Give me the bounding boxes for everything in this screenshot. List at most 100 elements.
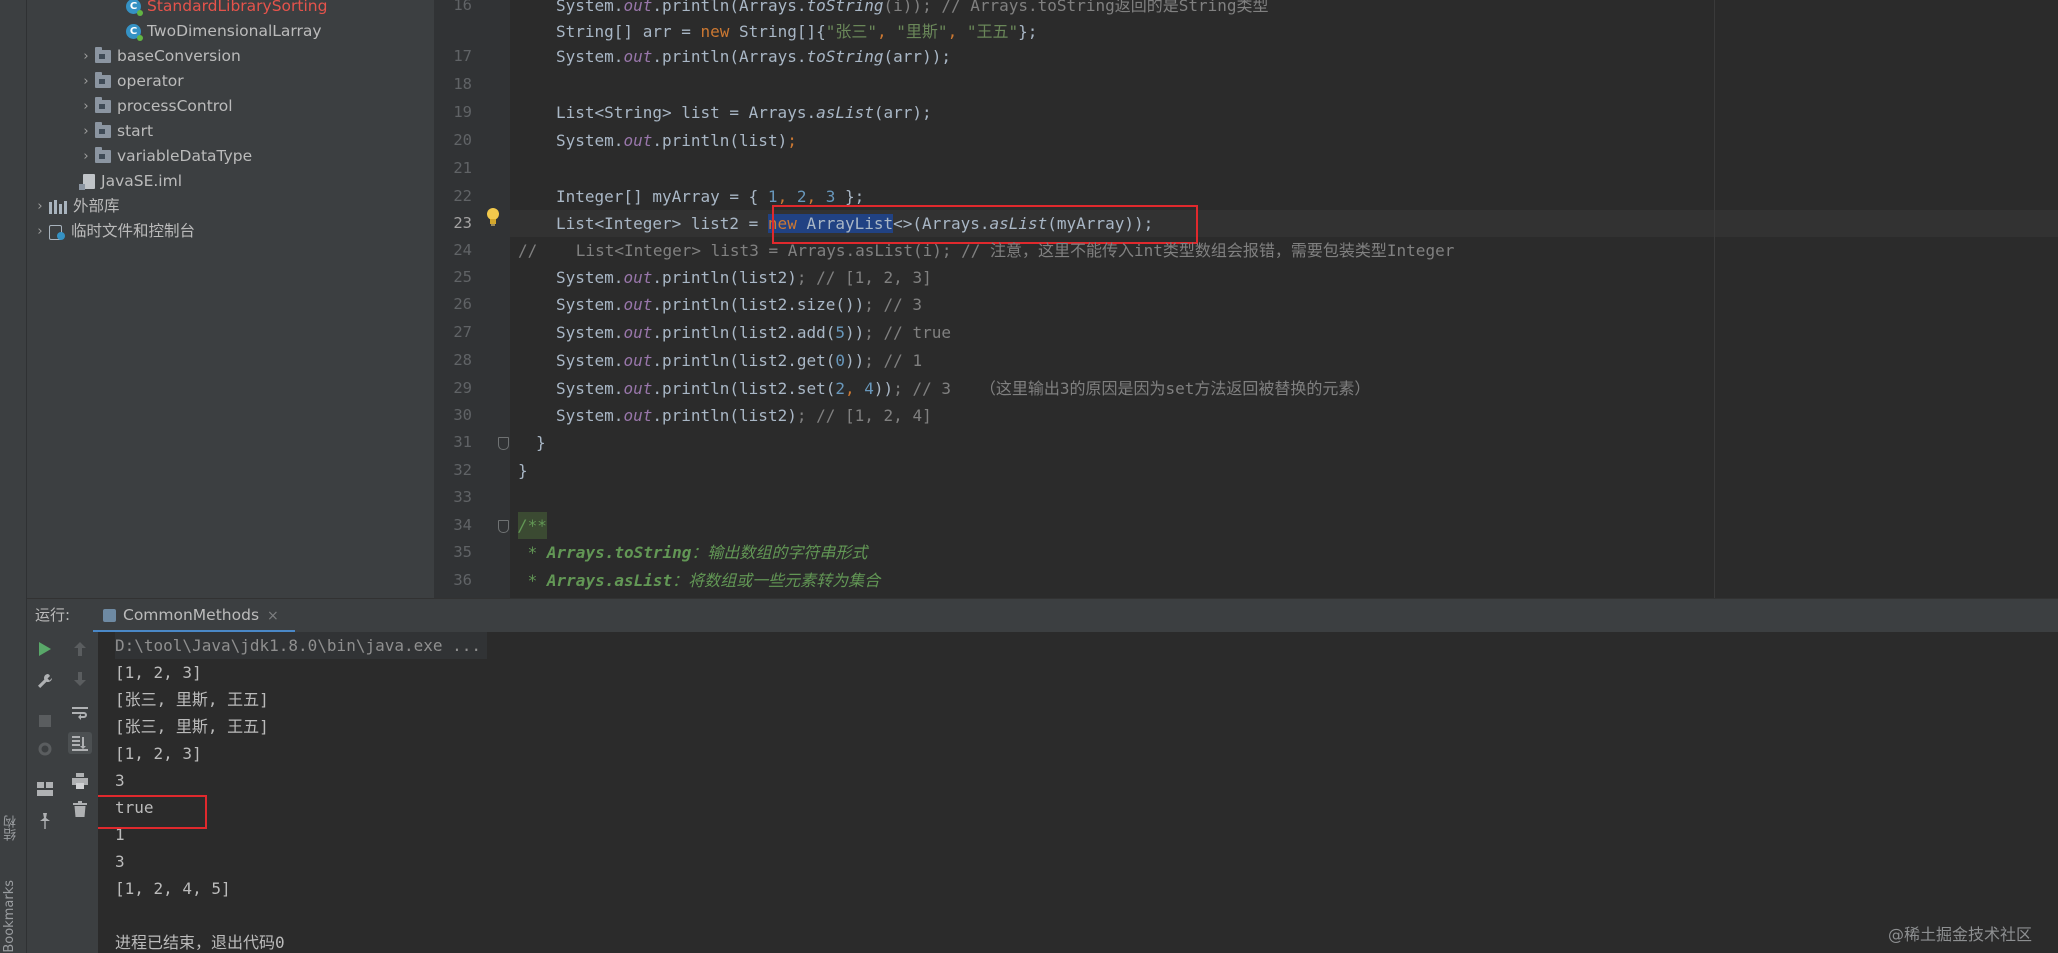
structure-tab[interactable]: 结构: [2, 815, 21, 841]
stop-icon[interactable]: [33, 710, 57, 732]
pin-icon[interactable]: [33, 810, 57, 832]
fold-end-icon[interactable]: [498, 437, 509, 450]
code-line-20: System.out.println(list);: [556, 131, 797, 150]
package-folder-icon: [95, 72, 111, 88]
tree-item-standardlibrarysorting[interactable]: C StandardLibrarySorting: [126, 0, 327, 19]
editor-gutter[interactable]: 16 17 18 19 20 21 22 23 24 25 26 27 28 2…: [434, 0, 510, 598]
line-number: 24: [453, 241, 472, 259]
chevron-right-icon[interactable]: ›: [77, 69, 95, 94]
tree-item-external-libraries[interactable]: › 外部库: [31, 194, 119, 219]
line-number: 29: [453, 379, 472, 397]
code-line-19: List<String> list = Arrays.asList(arr);: [556, 103, 932, 122]
chevron-right-icon[interactable]: ›: [77, 144, 95, 169]
fold-start-icon[interactable]: [498, 520, 509, 533]
code-editor[interactable]: 16 17 18 19 20 21 22 23 24 25 26 27 28 2…: [434, 0, 2058, 598]
trash-icon[interactable]: [68, 798, 92, 820]
run-tab-commonmethods[interactable]: CommonMethods ×: [93, 599, 295, 633]
chevron-right-icon[interactable]: ›: [31, 194, 49, 219]
run-toolbar-primary: [27, 632, 62, 953]
console-line: 3: [115, 852, 125, 871]
line-number: 28: [453, 351, 472, 369]
line-number: 18: [453, 75, 472, 93]
scratches-icon: [49, 224, 65, 240]
line-number: 19: [453, 103, 472, 121]
chevron-right-icon[interactable]: ›: [77, 44, 95, 69]
console-line: [1, 2, 3]: [115, 744, 202, 763]
print-icon[interactable]: [68, 770, 92, 792]
run-config-icon: [103, 609, 116, 622]
chevron-right-icon[interactable]: ›: [77, 94, 95, 119]
line-number: 36: [453, 571, 472, 589]
package-folder-icon: [95, 97, 111, 113]
line-number: 20: [453, 131, 472, 149]
console-line: [1, 2, 4, 5]: [115, 879, 231, 898]
line-number: 34: [453, 516, 472, 534]
tree-item-operator[interactable]: › operator: [77, 69, 184, 94]
code-line-34: /**: [518, 512, 547, 539]
line-number: 22: [453, 187, 472, 205]
arrow-down-icon[interactable]: [68, 668, 92, 690]
watermark: @稀土掘金技术社区: [1887, 925, 2032, 944]
code-line-15: System.out.println(Arrays.toString(i)); …: [556, 0, 1269, 15]
line-number-current: 23: [453, 214, 472, 232]
scroll-to-end-icon[interactable]: [68, 732, 92, 754]
chevron-right-icon[interactable]: ›: [77, 119, 95, 144]
package-folder-icon: [95, 47, 111, 63]
line-number: 25: [453, 268, 472, 286]
line-number: 35: [453, 543, 472, 561]
run-panel-label: 运行:: [35, 606, 71, 624]
line-number: 31: [453, 433, 472, 451]
project-tree-panel: C StandardLibrarySorting C TwoDimensiona…: [27, 0, 435, 598]
code-line-17: System.out.println(Arrays.toString(arr))…: [556, 47, 951, 66]
line-number: 26: [453, 295, 472, 313]
code-line-25: System.out.println(list2); // [1, 2, 3]: [556, 268, 932, 287]
code-line-36: * Arrays.asList：将数组或一些元素转为集合: [518, 571, 881, 590]
tree-item-twodimensionallarray[interactable]: C TwoDimensionalLarray: [126, 19, 322, 44]
module-file-icon: [79, 174, 95, 190]
code-line-26: System.out.println(list2.size()); // 3: [556, 295, 923, 314]
code-line-27: System.out.println(list2.add(5)); // tru…: [556, 323, 951, 342]
tree-item-javase-iml[interactable]: JavaSE.iml: [79, 169, 182, 194]
line-number: 21: [453, 159, 472, 177]
code-line-31: }: [536, 433, 546, 452]
line-number: 30: [453, 406, 472, 424]
code-line-28: System.out.println(list2.get(0)); // 1: [556, 351, 923, 370]
chevron-right-icon[interactable]: ›: [31, 219, 49, 244]
console-line: [张三, 里斯, 王五]: [115, 690, 269, 709]
console-output[interactable]: D:\tool\Java\jdk1.8.0\bin\java.exe ... […: [98, 632, 2058, 953]
code-line-29: System.out.println(list2.set(2, 4)); // …: [556, 379, 1371, 398]
tree-item-baseconversion[interactable]: › baseConversion: [77, 44, 241, 69]
tree-item-processcontrol[interactable]: › processControl: [77, 94, 233, 119]
console-command-line: D:\tool\Java\jdk1.8.0\bin\java.exe ...: [115, 632, 488, 659]
wrench-icon[interactable]: [33, 670, 57, 692]
run-toolbar-secondary: [62, 632, 99, 953]
annotation-highlight-box: [98, 795, 207, 829]
layout-icon[interactable]: [33, 778, 57, 800]
java-class-icon: C: [126, 24, 143, 41]
lightbulb-icon[interactable]: [486, 207, 500, 227]
run-panel-header: 运行: CommonMethods ×: [27, 598, 2058, 633]
tree-item-scratches[interactable]: › 临时文件和控制台: [31, 219, 195, 244]
tree-item-start[interactable]: › start: [77, 119, 153, 144]
line-number: 17: [453, 47, 472, 65]
code-line-30: System.out.println(list2); // [1, 2, 4]: [556, 406, 932, 425]
line-number: 27: [453, 323, 472, 341]
code-line-35: * Arrays.toString：输出数组的字符串形式: [518, 543, 868, 562]
package-folder-icon: [95, 147, 111, 163]
package-folder-icon: [95, 122, 111, 138]
java-class-icon: C: [126, 0, 143, 16]
bookmarks-tab[interactable]: Bookmarks: [2, 880, 17, 953]
console-line: [张三, 里斯, 王五]: [115, 717, 269, 736]
line-number: 16: [453, 0, 472, 14]
code-line-24: // List<Integer> list3 = Arrays.asList(i…: [518, 241, 1455, 260]
tree-item-variabledatatype[interactable]: › variableDataType: [77, 144, 252, 169]
code-line-32: }: [518, 461, 528, 480]
rerun-icon[interactable]: [33, 638, 57, 660]
code-line-16: String[] arr = new String[]{"张三", "里斯", …: [556, 22, 1038, 41]
console-exit-line: 进程已结束，退出代码0: [115, 933, 285, 952]
soft-wrap-icon[interactable]: [68, 702, 92, 724]
arrow-up-icon[interactable]: [68, 638, 92, 660]
debug-settings-icon[interactable]: [33, 738, 57, 760]
close-tab-icon[interactable]: ×: [267, 608, 279, 624]
line-number: 32: [453, 461, 472, 479]
